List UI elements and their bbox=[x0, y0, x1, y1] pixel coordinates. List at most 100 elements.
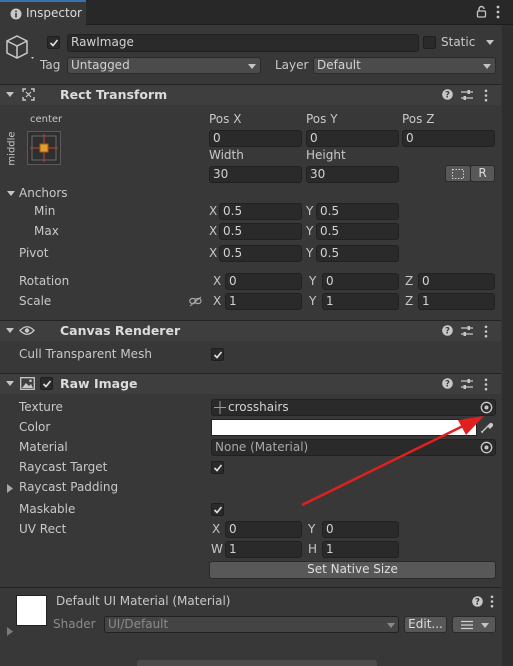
min-y-field[interactable]: 0.5 bbox=[316, 203, 399, 220]
anchor-presets-button[interactable] bbox=[27, 131, 61, 165]
rot-z-axis: Z bbox=[405, 274, 414, 288]
tag-dropdown[interactable]: Untagged bbox=[67, 57, 261, 74]
raw-image-title: Raw Image bbox=[60, 376, 138, 391]
scrollbar[interactable] bbox=[502, 25, 513, 666]
blueprint-mode-button[interactable] bbox=[445, 165, 471, 182]
raw-edit-button[interactable]: R bbox=[470, 165, 495, 182]
canvas-renderer-header[interactable]: Canvas Renderer ? bbox=[0, 320, 501, 341]
min-x-field[interactable]: 0.5 bbox=[219, 203, 302, 220]
pos-x-field[interactable]: 0 bbox=[209, 130, 302, 147]
static-checkbox[interactable] bbox=[423, 36, 436, 49]
foldout-arrow-icon[interactable] bbox=[6, 328, 14, 333]
inspector-tab[interactable]: Inspector bbox=[0, 0, 86, 25]
rotation-label: Rotation bbox=[19, 274, 70, 288]
max-x-axis: X bbox=[209, 224, 218, 238]
raycast-padding-label[interactable]: Raycast Padding bbox=[19, 480, 118, 494]
static-dropdown-arrow[interactable] bbox=[486, 40, 494, 45]
uv-rect-label: UV Rect bbox=[19, 522, 67, 536]
object-name-field[interactable]: RawImage bbox=[67, 34, 419, 52]
rect-transform-icon bbox=[22, 88, 35, 101]
presets-icon[interactable] bbox=[461, 378, 473, 390]
component-menu-icon[interactable] bbox=[484, 89, 488, 102]
pos-y-field[interactable]: 0 bbox=[306, 130, 399, 147]
chevron-down-icon bbox=[483, 64, 491, 69]
uv-x-field[interactable]: 0 bbox=[225, 521, 302, 538]
foldout-arrow-icon[interactable] bbox=[6, 92, 14, 97]
pivot-y-field[interactable]: 0.5 bbox=[316, 245, 399, 262]
help-icon[interactable]: ? bbox=[442, 325, 453, 336]
max-x-field[interactable]: 0.5 bbox=[219, 223, 302, 240]
maskable-checkbox[interactable] bbox=[211, 503, 224, 516]
scale-y-axis: Y bbox=[309, 294, 317, 308]
constrain-proportions-icon[interactable] bbox=[189, 296, 202, 307]
presets-icon[interactable] bbox=[461, 89, 473, 101]
help-icon[interactable]: ? bbox=[472, 596, 483, 607]
rot-x-axis: X bbox=[213, 274, 222, 288]
presets-icon[interactable] bbox=[461, 325, 473, 337]
pos-z-field[interactable]: 0 bbox=[402, 130, 495, 147]
material-preview-thumbnail bbox=[16, 595, 47, 626]
uv-y-field[interactable]: 0 bbox=[322, 521, 399, 538]
scale-z-field[interactable]: 1 bbox=[418, 293, 495, 310]
rect-transform-header[interactable]: Rect Transform ? bbox=[0, 84, 501, 105]
pos-x-label: Pos X bbox=[209, 112, 242, 126]
min-x-axis: X bbox=[209, 204, 218, 218]
help-icon[interactable]: ? bbox=[442, 89, 453, 100]
anchors-label: Anchors bbox=[19, 186, 68, 200]
max-y-axis: Y bbox=[306, 224, 314, 238]
layer-dropdown[interactable]: Default bbox=[313, 57, 496, 74]
material-separator bbox=[0, 587, 501, 588]
pos-y-label: Pos Y bbox=[306, 112, 338, 126]
rotation-x-field[interactable]: 0 bbox=[225, 273, 302, 290]
scale-x-field[interactable]: 1 bbox=[225, 293, 302, 310]
foldout-arrow-icon[interactable] bbox=[6, 381, 14, 386]
object-picker-icon[interactable] bbox=[480, 401, 493, 414]
gameobject-cube-icon[interactable] bbox=[6, 33, 36, 63]
scale-label: Scale bbox=[19, 294, 52, 308]
rotation-z-field[interactable]: 0 bbox=[418, 273, 495, 290]
raw-image-enabled-checkbox[interactable] bbox=[40, 377, 53, 390]
pivot-x-axis: X bbox=[209, 246, 218, 260]
texture-field[interactable]: crosshairs bbox=[211, 399, 496, 416]
scale-z-axis: Z bbox=[405, 294, 414, 308]
list-icon bbox=[461, 620, 473, 630]
scale-y-field[interactable]: 1 bbox=[322, 293, 399, 310]
cull-transparent-mesh-checkbox[interactable] bbox=[211, 348, 224, 361]
component-menu-icon[interactable] bbox=[484, 378, 488, 391]
set-native-size-button[interactable]: Set Native Size bbox=[209, 561, 496, 579]
lock-icon[interactable] bbox=[476, 5, 487, 18]
uv-h-field[interactable]: 1 bbox=[322, 541, 399, 558]
pivot-x-field[interactable]: 0.5 bbox=[219, 245, 302, 262]
color-swatch[interactable] bbox=[211, 419, 477, 436]
pivot-label: Pivot bbox=[19, 246, 49, 260]
component-menu-icon[interactable] bbox=[484, 325, 488, 338]
help-icon[interactable]: ? bbox=[442, 378, 453, 389]
object-picker-icon[interactable] bbox=[480, 441, 493, 454]
chevron-right-icon[interactable] bbox=[7, 627, 13, 636]
info-icon bbox=[10, 8, 22, 20]
shader-options-button[interactable] bbox=[452, 616, 496, 633]
shader-dropdown[interactable]: UI/Default bbox=[104, 616, 399, 633]
raw-image-header[interactable]: Raw Image ? bbox=[0, 373, 501, 394]
chevron-right-icon[interactable] bbox=[7, 484, 13, 493]
anchors-foldout-icon[interactable] bbox=[7, 191, 15, 196]
canvas-renderer-title: Canvas Renderer bbox=[60, 323, 181, 338]
height-field[interactable]: 30 bbox=[306, 166, 399, 183]
tag-label: Tag bbox=[40, 58, 61, 72]
material-label: Material bbox=[19, 440, 68, 454]
uv-w-field[interactable]: 1 bbox=[225, 541, 302, 558]
texture-label: Texture bbox=[19, 400, 63, 414]
width-field[interactable]: 30 bbox=[209, 166, 302, 183]
max-y-field[interactable]: 0.5 bbox=[316, 223, 399, 240]
tab-menu-icon[interactable] bbox=[496, 5, 500, 19]
raycast-target-checkbox[interactable] bbox=[211, 461, 224, 474]
eyedropper-icon[interactable] bbox=[480, 421, 493, 434]
edit-shader-button[interactable]: Edit... bbox=[404, 616, 447, 633]
rotation-y-field[interactable]: 0 bbox=[322, 273, 399, 290]
component-menu-icon[interactable] bbox=[490, 595, 494, 608]
uv-y-axis: Y bbox=[308, 522, 316, 536]
chevron-down-icon bbox=[248, 64, 256, 69]
material-field[interactable]: None (Material) bbox=[211, 439, 496, 456]
raycast-target-label: Raycast Target bbox=[19, 460, 108, 474]
active-checkbox[interactable] bbox=[47, 36, 60, 49]
